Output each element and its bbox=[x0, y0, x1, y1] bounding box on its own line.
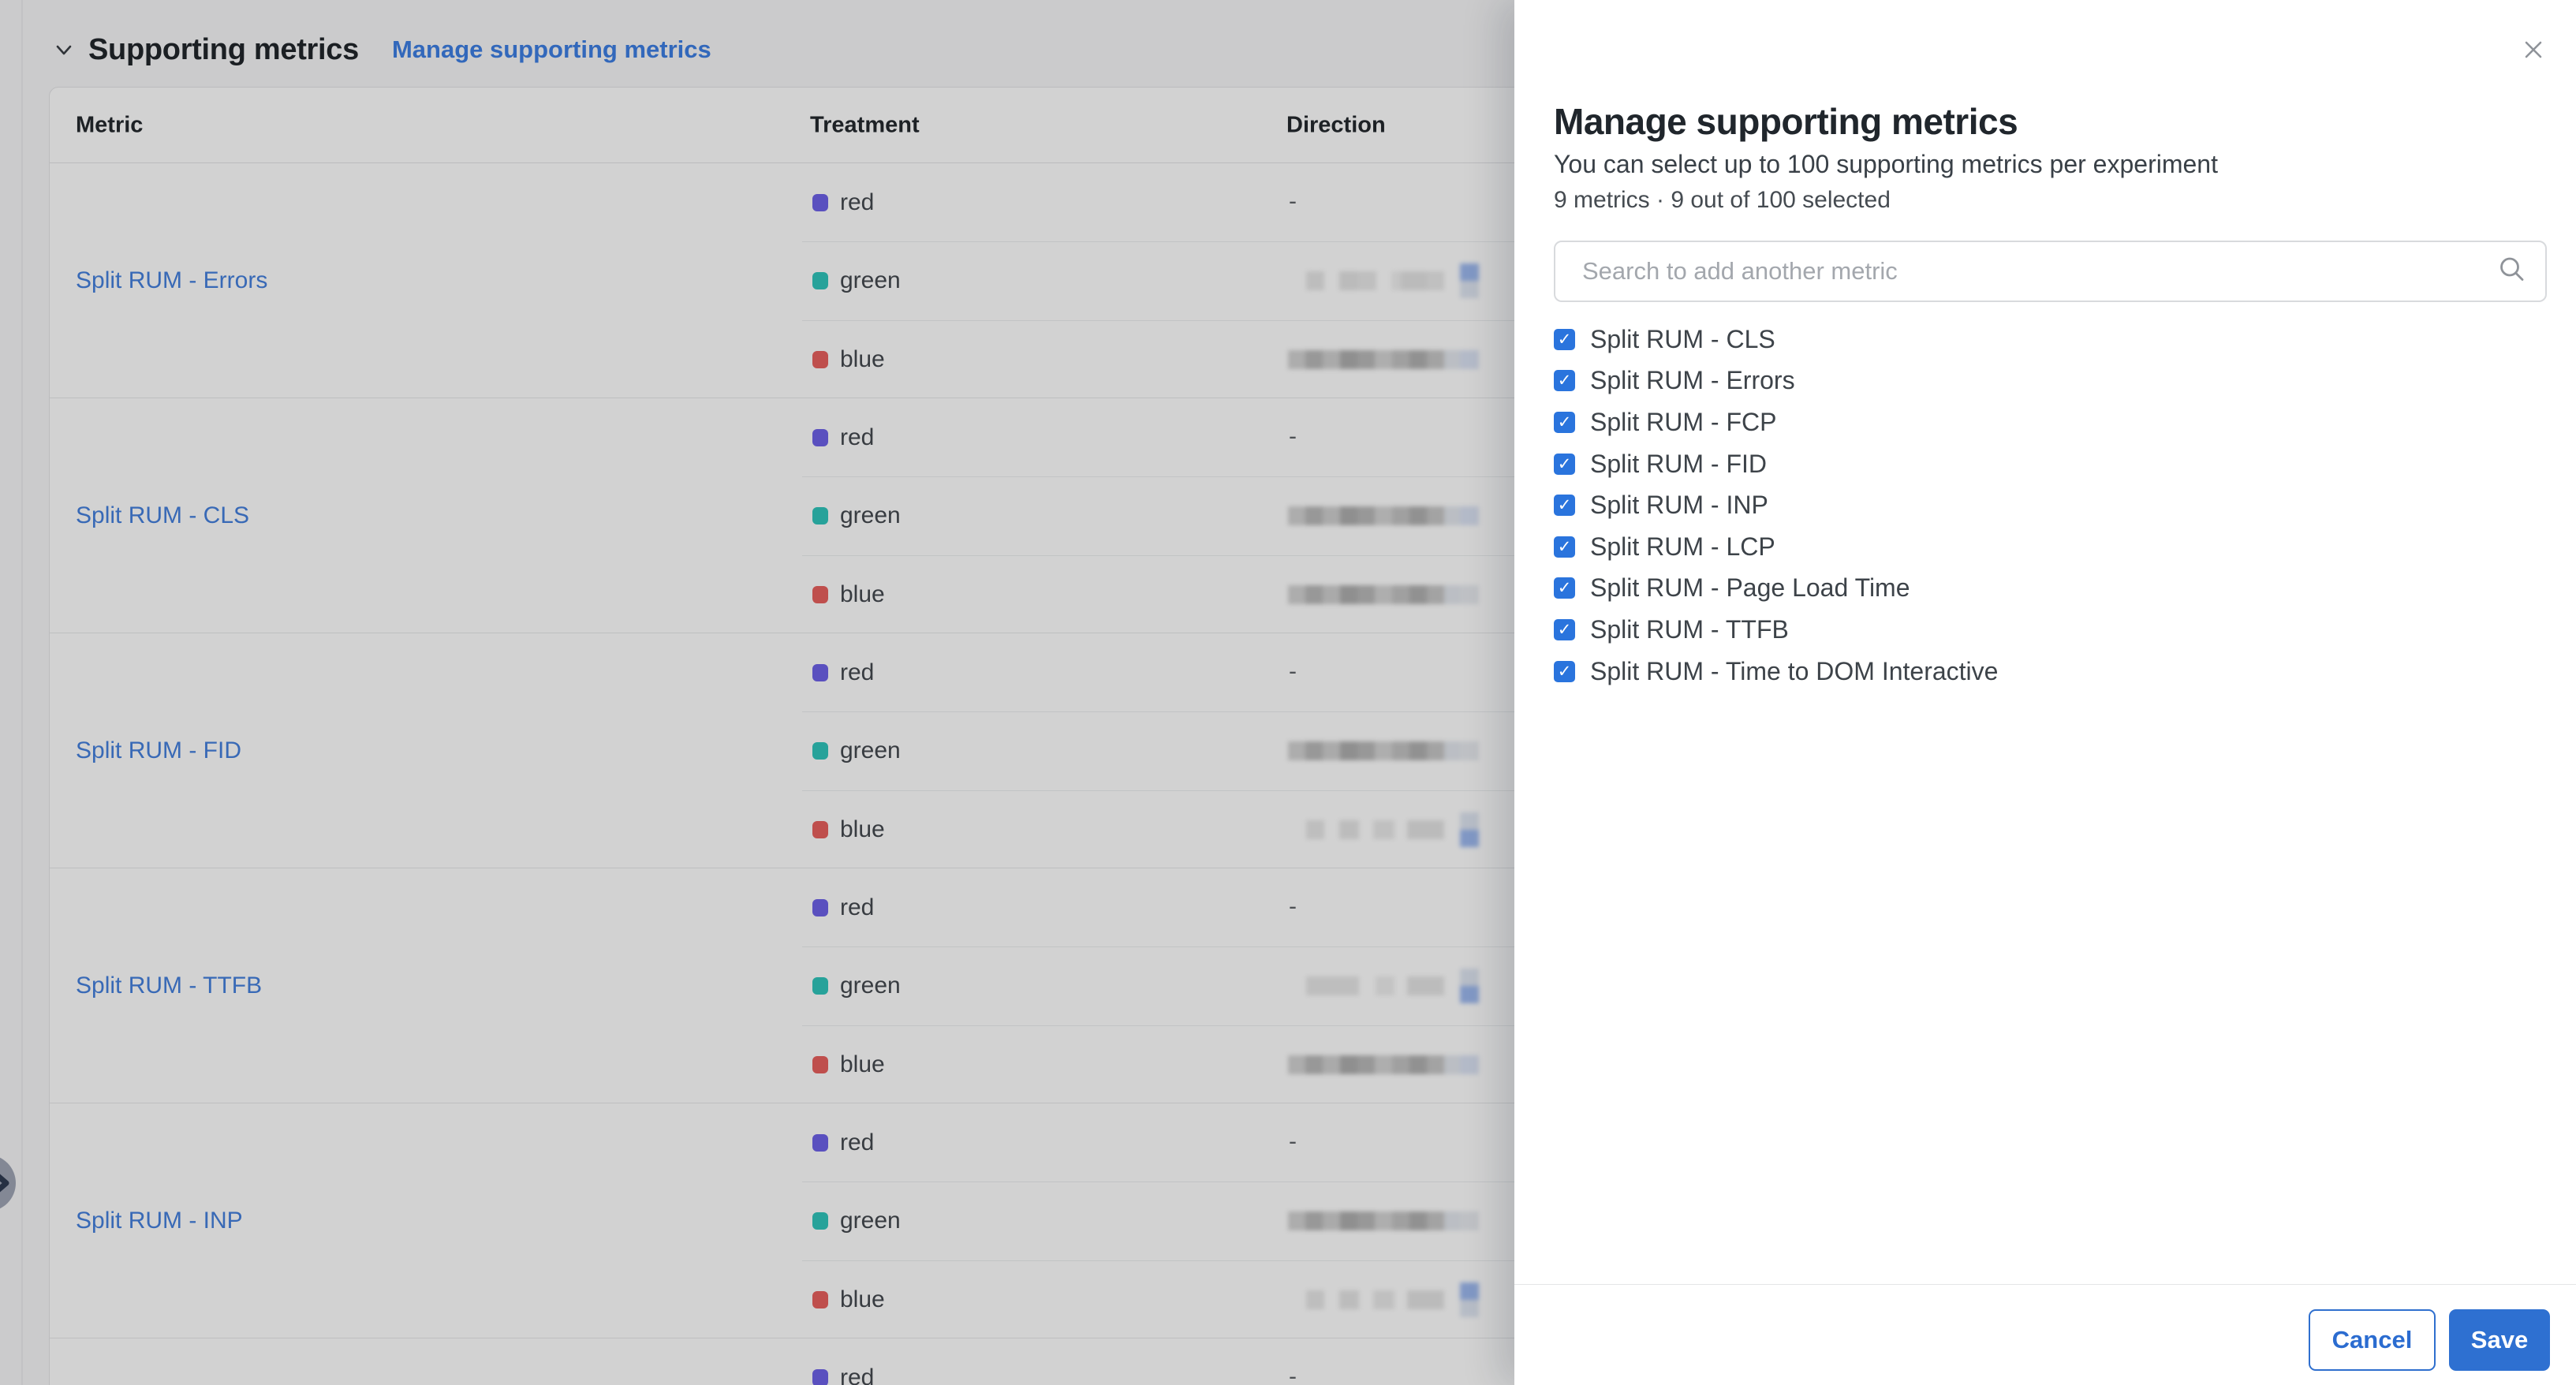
metric-item-label: Split RUM - LCP bbox=[1590, 532, 1775, 562]
close-icon bbox=[2521, 37, 2546, 62]
metric-list-item: ✓ Split RUM - LCP bbox=[1554, 526, 2544, 568]
metric-item-label: Split RUM - CLS bbox=[1590, 325, 1775, 354]
metric-item-label: Split RUM - TTFB bbox=[1590, 615, 1789, 644]
app-root: Supporting metrics Manage supporting met… bbox=[0, 0, 2576, 1385]
metric-list-item: ✓ Split RUM - FID bbox=[1554, 443, 2544, 485]
drawer-title: Manage supporting metrics bbox=[1554, 96, 2018, 147]
metric-item-label: Split RUM - Time to DOM Interactive bbox=[1590, 657, 1998, 686]
metric-list-item: ✓ Split RUM - FCP bbox=[1554, 401, 2544, 443]
checkbox-checked[interactable]: ✓ bbox=[1554, 495, 1575, 516]
checkbox-checked[interactable]: ✓ bbox=[1554, 412, 1575, 433]
search-input[interactable] bbox=[1555, 242, 2545, 301]
metric-item-label: Split RUM - Page Load Time bbox=[1590, 573, 1910, 603]
checkbox-checked[interactable]: ✓ bbox=[1554, 577, 1575, 599]
checkbox-checked[interactable]: ✓ bbox=[1554, 329, 1575, 350]
metric-item-label: Split RUM - FID bbox=[1590, 450, 1767, 479]
modal-scrim[interactable] bbox=[0, 0, 1514, 1385]
metric-list-item: ✓ Split RUM - INP bbox=[1554, 484, 2544, 526]
metric-item-label: Split RUM - Errors bbox=[1590, 366, 1795, 395]
drawer-subtitle: You can select up to 100 supporting metr… bbox=[1554, 149, 2218, 179]
search-icon bbox=[2498, 256, 2526, 288]
metric-list-item: ✓ Split RUM - CLS bbox=[1554, 319, 2544, 360]
checkbox-checked[interactable]: ✓ bbox=[1554, 370, 1575, 391]
checkbox-checked[interactable]: ✓ bbox=[1554, 536, 1575, 558]
checkbox-checked[interactable]: ✓ bbox=[1554, 619, 1575, 640]
checkbox-checked[interactable]: ✓ bbox=[1554, 661, 1575, 682]
manage-supporting-metrics-drawer: Manage supporting metrics You can select… bbox=[1514, 0, 2576, 1385]
metric-search bbox=[1554, 241, 2547, 302]
metric-list-item: ✓ Split RUM - TTFB bbox=[1554, 609, 2544, 651]
metric-list-item: ✓ Split RUM - Errors bbox=[1554, 360, 2544, 402]
save-button[interactable]: Save bbox=[2449, 1309, 2550, 1371]
metric-list-item: ✓ Split RUM - Time to DOM Interactive bbox=[1554, 651, 2544, 692]
drawer-footer: Cancel Save bbox=[1514, 1284, 2576, 1385]
close-button[interactable] bbox=[2518, 35, 2549, 66]
cancel-button[interactable]: Cancel bbox=[2309, 1309, 2436, 1371]
selected-metrics-list: ✓ Split RUM - CLS ✓ Split RUM - Errors ✓ Spli… bbox=[1554, 319, 2544, 692]
selection-count: 9 metrics · 9 out of 100 selected bbox=[1554, 186, 1891, 215]
checkbox-checked[interactable]: ✓ bbox=[1554, 454, 1575, 475]
metric-list-item: ✓ Split RUM - Page Load Time bbox=[1554, 568, 2544, 610]
metric-item-label: Split RUM - INP bbox=[1590, 491, 1768, 520]
metric-item-label: Split RUM - FCP bbox=[1590, 408, 1776, 437]
